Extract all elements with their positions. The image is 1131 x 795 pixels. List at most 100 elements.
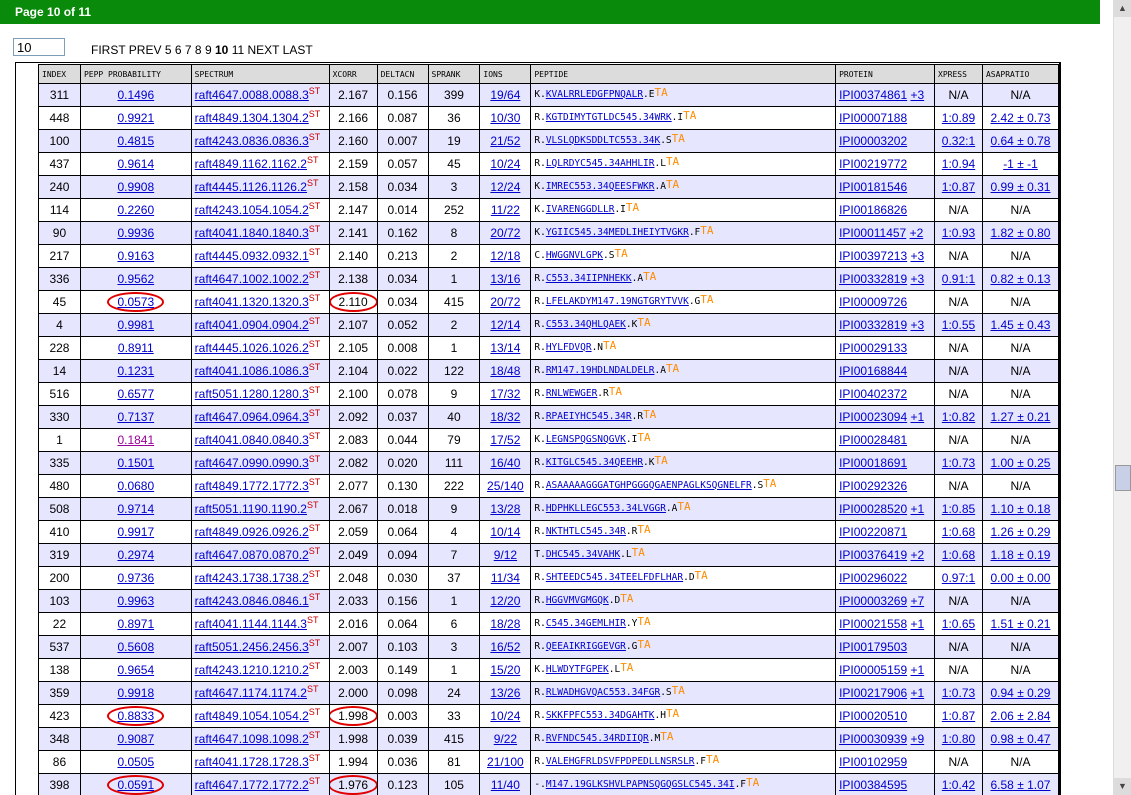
xpress-value[interactable]: 1:0.73 <box>942 456 975 470</box>
ta-icon[interactable]: TA <box>700 224 713 237</box>
spectrum-suffix-link[interactable]: ST <box>309 753 321 763</box>
column-header-xcorr[interactable]: XCORR <box>328 64 378 84</box>
ions-link[interactable]: 12/24 <box>490 180 520 194</box>
spectrum-link[interactable]: raft4243.0836.0836.3 <box>195 134 309 148</box>
protein-link[interactable]: IPI00005159 <box>839 663 907 677</box>
probability-link[interactable]: 0.5608 <box>117 640 154 654</box>
spectrum-suffix-link[interactable]: ST <box>309 661 321 671</box>
peptide-link[interactable]: C553.34QHLQAEK <box>546 319 626 330</box>
spectrum-link[interactable]: raft4647.1002.1002.2 <box>195 272 309 286</box>
ta-icon[interactable]: TA <box>655 86 668 99</box>
xpress-value[interactable]: 1:0.42 <box>942 778 975 792</box>
protein-link[interactable]: IPI00332819 <box>839 272 907 286</box>
xpress-value[interactable]: 1:0.73 <box>942 686 975 700</box>
ta-icon[interactable]: TA <box>637 615 650 628</box>
column-header-peptide[interactable]: PEPTIDE <box>530 64 837 84</box>
peptide-link[interactable]: IVARENGGDLLR <box>546 204 615 215</box>
spectrum-suffix-link[interactable]: ST <box>309 270 321 280</box>
spectrum-suffix-link[interactable]: ST <box>309 730 321 740</box>
probability-link[interactable]: 0.0680 <box>117 479 154 493</box>
spectrum-suffix-link[interactable]: ST <box>309 132 321 142</box>
spectrum-link[interactable]: raft4243.1054.1054.2 <box>195 203 309 217</box>
column-header-protein[interactable]: PROTEIN <box>835 64 936 84</box>
first-link[interactable]: FIRST <box>91 43 125 57</box>
probability-link[interactable]: 0.9908 <box>117 180 154 194</box>
protein-extra-link[interactable]: +1 <box>910 663 924 677</box>
spectrum-suffix-link[interactable]: ST <box>309 385 321 395</box>
protein-link[interactable]: IPI00402372 <box>839 387 907 401</box>
spectrum-suffix-link[interactable]: ST <box>309 546 321 556</box>
xpress-value[interactable]: 1:0.85 <box>942 502 975 516</box>
probability-link[interactable]: 0.1841 <box>117 433 154 447</box>
ions-link[interactable]: 11/34 <box>491 571 520 585</box>
probability-link[interactable]: 0.0505 <box>117 755 154 769</box>
spectrum-link[interactable]: raft4647.0870.0870.2 <box>195 548 309 562</box>
xpress-value[interactable]: 1:0.82 <box>942 410 975 424</box>
spectrum-suffix-link[interactable]: ST <box>309 408 321 418</box>
ta-icon[interactable]: TA <box>746 776 759 789</box>
peptide-link[interactable]: KVALRRLEDGFPNQALR <box>546 89 643 100</box>
spectrum-link[interactable]: raft4243.1210.1210.2 <box>195 663 309 677</box>
spectrum-link[interactable]: raft5051.1280.1280.3 <box>195 387 309 401</box>
spectrum-suffix-link[interactable]: ST <box>309 776 321 786</box>
probability-link[interactable]: 0.9163 <box>117 249 154 263</box>
protein-extra-link[interactable]: +1 <box>910 686 924 700</box>
spectrum-suffix-link[interactable]: ST <box>309 592 321 602</box>
spectrum-suffix-link[interactable]: ST <box>309 247 321 257</box>
ta-icon[interactable]: TA <box>706 753 719 766</box>
protein-link[interactable]: IPI00028481 <box>839 433 907 447</box>
protein-link[interactable]: IPI00332819 <box>839 318 907 332</box>
asapratio-value[interactable]: 1.82 ± 0.80 <box>991 226 1051 240</box>
spectrum-link[interactable]: raft4647.0088.0088.3 <box>195 88 309 102</box>
asapratio-value[interactable]: 1.27 ± 0.21 <box>991 410 1051 424</box>
spectrum-suffix-link[interactable]: ST <box>309 109 321 119</box>
peptide-link[interactable]: LEGNSPQGSNQGVK <box>546 434 626 445</box>
protein-extra-link[interactable]: +3 <box>910 88 924 102</box>
spectrum-link[interactable]: raft4041.0904.0904.2 <box>195 318 309 332</box>
protein-link[interactable]: IPI00179503 <box>839 640 907 654</box>
spectrum-link[interactable]: raft4849.1054.1054.2 <box>195 709 309 723</box>
ta-icon[interactable]: TA <box>620 661 633 674</box>
xpress-value[interactable]: 1:0.68 <box>942 525 975 539</box>
spectrum-suffix-link[interactable]: ST <box>309 316 321 326</box>
asapratio-value[interactable]: 1.00 ± 0.25 <box>991 456 1051 470</box>
spectrum-suffix-link[interactable]: ST <box>307 615 319 625</box>
spectrum-link[interactable]: raft4647.1772.1772.2 <box>195 778 309 792</box>
probability-link[interactable]: 0.1231 <box>117 364 154 378</box>
spectrum-link[interactable]: raft4243.0846.0846.1 <box>195 594 309 608</box>
asapratio-value[interactable]: -1 ± -1 <box>1003 157 1038 171</box>
protein-extra-link[interactable]: +2 <box>910 548 924 562</box>
column-header-probability[interactable]: PEPP PROBABILITY <box>79 64 192 84</box>
peptide-link[interactable]: IMREC553.34QEESFWKR <box>546 181 655 192</box>
peptide-link[interactable]: VALEHGFRLDSVFPDPEDLLNSRSLR <box>546 756 695 767</box>
ions-link[interactable]: 13/16 <box>490 272 520 286</box>
ta-icon[interactable]: TA <box>700 293 713 306</box>
ions-link[interactable]: 10/14 <box>490 525 520 539</box>
probability-link[interactable]: 0.9936 <box>117 226 154 240</box>
ta-icon[interactable]: TA <box>763 477 776 490</box>
probability-link[interactable]: 0.8833 <box>117 709 154 723</box>
scroll-down-arrow-icon[interactable]: ▼ <box>1114 778 1131 795</box>
spectrum-link[interactable]: raft5051.2456.2456.3 <box>195 640 309 654</box>
spectrum-link[interactable]: raft4647.0964.0964.3 <box>195 410 309 424</box>
asapratio-value[interactable]: 2.06 ± 2.84 <box>991 709 1051 723</box>
spectrum-suffix-link[interactable]: ST <box>309 86 321 96</box>
next-link[interactable]: NEXT <box>248 43 280 57</box>
ta-icon[interactable]: TA <box>637 431 650 444</box>
column-header-deltacn[interactable]: DELTACN <box>376 64 429 84</box>
page-link[interactable]: 11 <box>232 43 244 57</box>
protein-link[interactable]: IPI00102959 <box>839 755 907 769</box>
xpress-value[interactable]: 1:0.87 <box>942 180 975 194</box>
probability-link[interactable]: 0.8911 <box>118 341 154 355</box>
peptide-link[interactable]: KITGLC545.34QEEHR <box>546 457 643 468</box>
probability-link[interactable]: 0.1501 <box>117 456 154 470</box>
asapratio-value[interactable]: 6.58 ± 1.07 <box>991 778 1051 792</box>
probability-link[interactable]: 0.9981 <box>117 318 154 332</box>
protein-link[interactable]: IPI00168844 <box>839 364 907 378</box>
probability-link[interactable]: 0.2260 <box>117 203 154 217</box>
peptide-link[interactable]: HLWDYTFGPEK <box>546 664 609 675</box>
spectrum-link[interactable]: raft4243.1738.1738.2 <box>195 571 309 585</box>
spectrum-link[interactable]: raft4041.1320.1320.3 <box>195 295 309 309</box>
probability-link[interactable]: 0.9714 <box>117 502 154 516</box>
ions-link[interactable]: 9/22 <box>494 732 517 746</box>
